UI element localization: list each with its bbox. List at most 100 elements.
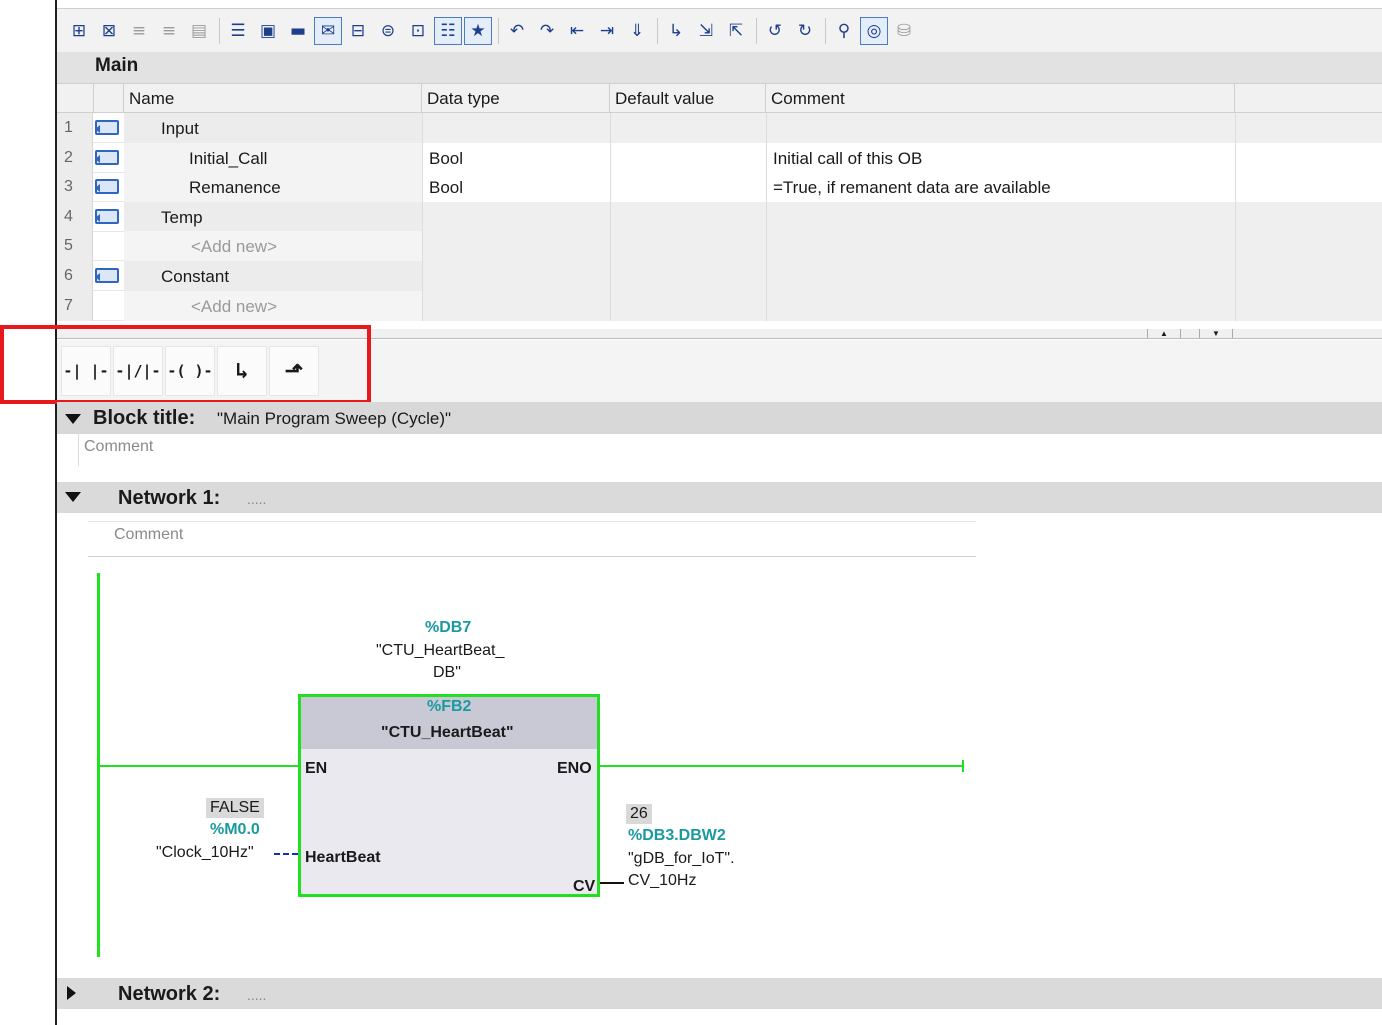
insert-input-icon[interactable]: ⊟ bbox=[344, 17, 372, 45]
row-name[interactable]: Constant bbox=[155, 261, 229, 291]
insert-row-icon[interactable]: ⊞ bbox=[65, 17, 93, 45]
row-filler bbox=[1235, 231, 1382, 262]
row-data-type[interactable] bbox=[422, 201, 610, 232]
row-default-value[interactable] bbox=[610, 290, 766, 321]
expand-icon[interactable] bbox=[67, 986, 76, 1000]
fb-name: "CTU_HeartBeat" bbox=[381, 724, 514, 741]
insert-output-icon[interactable]: ⊜ bbox=[374, 17, 402, 45]
row-data-type[interactable]: Bool bbox=[422, 172, 610, 203]
row-comment[interactable] bbox=[766, 201, 1235, 232]
row-number: 3 bbox=[57, 172, 93, 203]
db-icon[interactable]: ▤ bbox=[185, 17, 213, 45]
row-comment[interactable]: Initial call of this OB bbox=[766, 142, 1235, 173]
row-data-type[interactable] bbox=[422, 113, 610, 143]
observe-icon[interactable]: ◎ bbox=[860, 16, 888, 45]
row-name[interactable]: Input bbox=[155, 113, 199, 143]
table-row[interactable]: 1 Input bbox=[57, 113, 1382, 143]
row-default-value[interactable] bbox=[610, 172, 766, 203]
list-icon[interactable]: ☰ bbox=[224, 17, 252, 45]
delete-row-icon[interactable]: ⊠ bbox=[95, 17, 123, 45]
row-filler bbox=[1235, 261, 1382, 291]
monitor-icon[interactable]: ⚲ bbox=[830, 17, 858, 45]
row-comment[interactable]: =True, if remanent data are available bbox=[766, 172, 1235, 203]
row-name[interactable]: Remanence bbox=[183, 172, 281, 202]
favorites-icon[interactable]: ★ bbox=[464, 16, 492, 45]
next-network-icon[interactable]: ⇥ bbox=[593, 17, 621, 45]
go-to-error-icon[interactable]: ↷ bbox=[533, 17, 561, 45]
interface-param-icon bbox=[95, 179, 119, 195]
row-comment[interactable] bbox=[766, 261, 1235, 291]
column-comment[interactable]: Comment bbox=[766, 84, 1235, 113]
table-row[interactable]: 6 Constant bbox=[57, 261, 1382, 291]
row-default-value[interactable] bbox=[610, 231, 766, 262]
column-data-type[interactable]: Data type bbox=[422, 84, 610, 113]
column-name[interactable]: Name bbox=[124, 84, 422, 113]
breakpoints-icon[interactable]: ⛁ bbox=[890, 17, 918, 45]
row-data-type[interactable] bbox=[422, 231, 610, 262]
interface-param-icon bbox=[95, 208, 119, 224]
row-number: 4 bbox=[57, 201, 93, 232]
editor-toolbar: ⊞ ⊠ ≡ ≡ ▤ ☰ ▣ ▬ ✉ ⊟ ⊜ ⊡ ☷ ★ ↶ ↷ ⇤ ⇥ ⇓ ↳ … bbox=[57, 8, 1382, 52]
network-1-header[interactable]: Network 1: ..... bbox=[57, 482, 1382, 513]
row-filler bbox=[1235, 172, 1382, 203]
output-tag[interactable]: "gDB_for_IoT". bbox=[628, 850, 735, 868]
interface-table: Name Data type Default value Comment 1 In… bbox=[57, 83, 1382, 329]
network-1-comment-field[interactable]: Comment bbox=[88, 521, 976, 557]
row-default-value[interactable] bbox=[610, 201, 766, 232]
input-tag[interactable]: "Clock_10Hz" bbox=[156, 844, 254, 862]
collapse-icon[interactable] bbox=[65, 414, 81, 424]
network-2-title[interactable]: ..... bbox=[247, 987, 266, 1003]
indent-icon[interactable]: ⇲ bbox=[692, 17, 720, 45]
row-default-value[interactable] bbox=[610, 261, 766, 291]
row-default-value[interactable] bbox=[610, 142, 766, 173]
clear-error-icon[interactable]: ↶ bbox=[503, 17, 531, 45]
fb-call-box[interactable]: %FB2 "CTU_HeartBeat" EN ENO HeartBeat CV bbox=[298, 694, 600, 897]
comment-icon[interactable]: ✉ bbox=[314, 16, 342, 45]
network-collapse-icon[interactable]: ▬ bbox=[284, 17, 312, 45]
download-icon[interactable]: ⇓ bbox=[623, 17, 651, 45]
collapse-icon[interactable] bbox=[65, 492, 81, 502]
table-row[interactable]: 3 Remanence Bool =True, if remanent data ar… bbox=[57, 172, 1382, 203]
scroll-up-button[interactable]: ▲ bbox=[1147, 329, 1181, 338]
table-row[interactable]: 7 <Add new> bbox=[57, 290, 1382, 321]
absolute-operands-icon[interactable]: ☷ bbox=[434, 16, 462, 45]
row-comment[interactable] bbox=[766, 290, 1235, 321]
row-name[interactable]: Temp bbox=[155, 202, 203, 232]
table-row[interactable]: 5 <Add new> bbox=[57, 231, 1382, 262]
table-row[interactable]: 4 Temp bbox=[57, 201, 1382, 232]
toolbar-separator bbox=[756, 17, 757, 44]
network-1-comment-placeholder: Comment bbox=[114, 526, 184, 543]
row-name[interactable]: Initial_Call bbox=[183, 143, 267, 173]
insert-inout-icon[interactable]: ⊡ bbox=[404, 17, 432, 45]
open-subnet-icon[interactable]: ↺ bbox=[761, 17, 789, 45]
block-title-value[interactable]: "Main Program Sweep (Cycle)" bbox=[217, 409, 451, 429]
scroll-down-button[interactable]: ▼ bbox=[1199, 329, 1233, 338]
column-default-value[interactable]: Default value bbox=[610, 84, 766, 113]
input-address: %M0.0 bbox=[210, 821, 260, 838]
row-data-type[interactable] bbox=[422, 290, 610, 321]
row-data-type[interactable] bbox=[422, 261, 610, 291]
insert-row-above-icon[interactable]: ≡ bbox=[125, 17, 153, 45]
previous-network-icon[interactable]: ⇤ bbox=[563, 17, 591, 45]
network-expand-icon[interactable]: ▣ bbox=[254, 17, 282, 45]
call-icon[interactable]: ↳ bbox=[662, 17, 690, 45]
interface-param-icon bbox=[95, 149, 119, 165]
row-comment[interactable] bbox=[766, 231, 1235, 262]
network-2-label: Network 2: bbox=[118, 983, 221, 1005]
row-name[interactable]: <Add new> bbox=[185, 231, 277, 261]
row-number: 2 bbox=[57, 142, 93, 173]
block-comment-field[interactable]: Comment bbox=[78, 434, 1382, 466]
block-title-bar[interactable]: Block title: "Main Program Sweep (Cycle)… bbox=[57, 402, 1382, 434]
row-data-type[interactable]: Bool bbox=[422, 142, 610, 173]
close-subnet-icon[interactable]: ↻ bbox=[791, 17, 819, 45]
outdent-icon[interactable]: ⇱ bbox=[722, 17, 750, 45]
network-1-title[interactable]: ..... bbox=[247, 491, 266, 507]
network-2-header[interactable]: Network 2: ..... bbox=[57, 978, 1382, 1009]
row-comment[interactable] bbox=[766, 113, 1235, 143]
row-default-value[interactable] bbox=[610, 113, 766, 143]
row-name[interactable]: <Add new> bbox=[185, 291, 277, 321]
instance-db-name[interactable]: "CTU_HeartBeat_ bbox=[376, 642, 504, 660]
insert-row-below-icon[interactable]: ≡ bbox=[155, 17, 183, 45]
instance-db-address: %DB7 bbox=[425, 619, 472, 636]
table-row[interactable]: 2 Initial_Call Bool Initial call of this OB bbox=[57, 142, 1382, 173]
